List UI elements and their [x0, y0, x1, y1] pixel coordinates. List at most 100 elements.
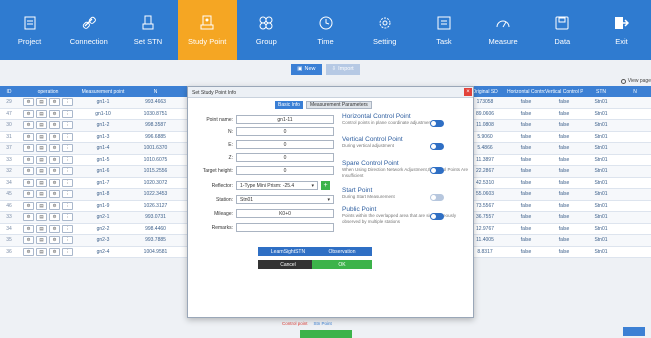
copy-icon[interactable]: ▤ — [36, 190, 47, 199]
more-icon[interactable]: ⋮ — [62, 132, 73, 141]
more-icon[interactable]: ⋮ — [62, 236, 73, 245]
toolbar-task-button[interactable]: Task — [414, 0, 473, 60]
edit-icon[interactable]: ⚙ — [23, 236, 34, 245]
close-icon[interactable]: × — [464, 88, 472, 96]
ok-button[interactable]: OK — [312, 260, 372, 269]
copy-icon[interactable]: ▤ — [36, 132, 47, 141]
point-name-input[interactable]: gn1-11 — [236, 115, 334, 124]
toolbar-measure-button[interactable]: Measure — [474, 0, 533, 60]
import-button[interactable]: ⇩ Import — [325, 63, 360, 75]
settings-icon[interactable]: ⚙ — [49, 132, 60, 141]
bottom-action-button[interactable] — [300, 330, 352, 338]
copy-icon[interactable]: ▤ — [36, 201, 47, 210]
table-cell: false — [520, 145, 532, 152]
more-icon[interactable]: ⋮ — [62, 178, 73, 187]
more-icon[interactable]: ⋮ — [62, 167, 73, 176]
edit-icon[interactable]: ⚙ — [23, 144, 34, 153]
edit-icon[interactable]: ⚙ — [23, 213, 34, 222]
toolbar-connection-button[interactable]: Connection — [59, 0, 118, 60]
table-cell: gn2-2 — [96, 225, 110, 232]
edit-icon[interactable]: ⚙ — [23, 155, 34, 164]
observation-button[interactable]: Observation — [312, 247, 372, 256]
copy-icon[interactable]: ▤ — [36, 121, 47, 130]
toolbar-exit-button[interactable]: Exit — [592, 0, 651, 60]
toolbar-data-button[interactable]: Data — [533, 0, 592, 60]
settings-icon[interactable]: ⚙ — [49, 190, 60, 199]
toolbar-setting-button[interactable]: Setting — [355, 0, 414, 60]
edit-icon[interactable]: ⚙ — [23, 190, 34, 199]
more-icon[interactable]: ⋮ — [62, 190, 73, 199]
more-icon[interactable]: ⋮ — [62, 109, 73, 118]
option-toggle[interactable] — [430, 143, 444, 150]
more-icon[interactable]: ⋮ — [62, 224, 73, 233]
copy-icon[interactable]: ▤ — [36, 224, 47, 233]
settings-icon[interactable]: ⚙ — [49, 109, 60, 118]
settings-icon[interactable]: ⚙ — [49, 247, 60, 256]
settings-icon[interactable]: ⚙ — [49, 155, 60, 164]
settings-icon[interactable]: ⚙ — [49, 178, 60, 187]
more-icon[interactable]: ⋮ — [62, 121, 73, 130]
more-icon[interactable]: ⋮ — [62, 213, 73, 222]
settings-icon[interactable]: ⚙ — [49, 98, 60, 107]
settings-icon[interactable]: ⚙ — [49, 224, 60, 233]
column-header: Horizontal Control Point — [507, 88, 545, 95]
target-height-input[interactable]: 0 — [236, 166, 334, 175]
edit-icon[interactable]: ⚙ — [23, 167, 34, 176]
e-input[interactable]: 0 — [236, 140, 334, 149]
n-input[interactable]: 0 — [236, 127, 334, 136]
settings-icon[interactable]: ⚙ — [49, 144, 60, 153]
column-header: Vertical Control Point — [545, 88, 583, 95]
more-icon[interactable]: ⋮ — [62, 144, 73, 153]
edit-icon[interactable]: ⚙ — [23, 178, 34, 187]
settings-icon[interactable]: ⚙ — [49, 236, 60, 245]
edit-icon[interactable]: ⚙ — [23, 201, 34, 210]
edit-icon[interactable]: ⚙ — [23, 224, 34, 233]
tab-measurement-parameters[interactable]: Measurement Parameters — [305, 101, 372, 109]
settings-icon[interactable]: ⚙ — [49, 121, 60, 130]
z-input[interactable]: 0 — [236, 153, 334, 162]
column-header: Measurement point — [81, 88, 125, 95]
add-reflector-button[interactable]: + — [321, 181, 330, 190]
copy-icon[interactable]: ▤ — [36, 178, 47, 187]
copy-icon[interactable]: ▤ — [36, 109, 47, 118]
reflector-select[interactable]: 1-Type Mini Prism: -25.4 ▾ — [236, 181, 318, 190]
edit-icon[interactable]: ⚙ — [23, 98, 34, 107]
copy-icon[interactable]: ▤ — [36, 98, 47, 107]
settings-icon[interactable]: ⚙ — [49, 167, 60, 176]
copy-icon[interactable]: ▤ — [36, 144, 47, 153]
copy-icon[interactable]: ▤ — [36, 155, 47, 164]
toolbar-study-point-button[interactable]: Study Point — [177, 0, 237, 60]
more-icon[interactable]: ⋮ — [62, 98, 73, 107]
toolbar-label: Group — [255, 36, 277, 46]
more-icon[interactable]: ⋮ — [62, 247, 73, 256]
settings-icon[interactable]: ⚙ — [49, 201, 60, 210]
new-button[interactable]: ▣ New — [291, 63, 322, 75]
remarks-input[interactable] — [236, 223, 334, 232]
corner-button[interactable] — [623, 327, 645, 336]
settings-icon[interactable]: ⚙ — [49, 213, 60, 222]
option-toggle[interactable] — [430, 194, 444, 201]
edit-icon[interactable]: ⚙ — [23, 109, 34, 118]
option-toggle[interactable] — [430, 213, 444, 220]
option-toggle[interactable] — [430, 167, 444, 174]
copy-icon[interactable]: ▤ — [36, 247, 47, 256]
edit-icon[interactable]: ⚙ — [23, 121, 34, 130]
station-select[interactable]: Stn01 ▾ — [236, 195, 334, 204]
view-page-radio[interactable]: View page — [620, 78, 651, 84]
toolbar-set-stn-button[interactable]: Set STN — [118, 0, 177, 60]
edit-icon[interactable]: ⚙ — [23, 132, 34, 141]
copy-icon[interactable]: ▤ — [36, 236, 47, 245]
mileage-input[interactable]: K0+0 — [236, 209, 334, 218]
copy-icon[interactable]: ▤ — [36, 167, 47, 176]
toolbar-project-button[interactable]: Project — [0, 0, 59, 60]
learn-sight-stn-button[interactable]: LearnSightSTN — [258, 247, 318, 256]
option-toggle[interactable] — [430, 120, 444, 127]
copy-icon[interactable]: ▤ — [36, 213, 47, 222]
edit-icon[interactable]: ⚙ — [23, 247, 34, 256]
toolbar-group-button[interactable]: Group — [237, 0, 296, 60]
tab-basic-info[interactable]: Basic Info — [275, 101, 303, 109]
toolbar-time-button[interactable]: Time — [296, 0, 355, 60]
cancel-button[interactable]: Cancel — [258, 260, 318, 269]
more-icon[interactable]: ⋮ — [62, 201, 73, 210]
more-icon[interactable]: ⋮ — [62, 155, 73, 164]
